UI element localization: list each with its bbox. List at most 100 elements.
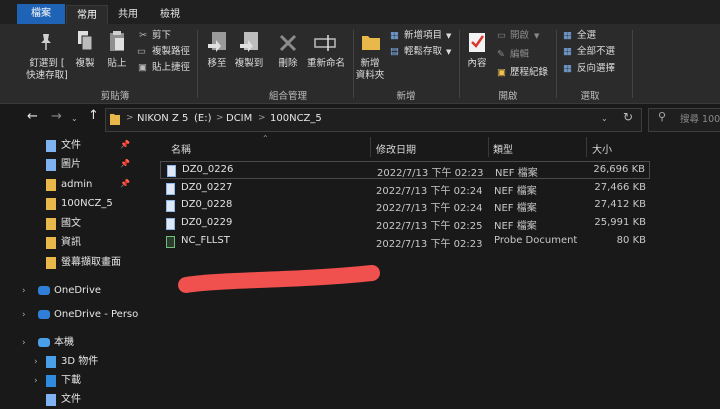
refresh-icon[interactable]: ↻ [623,111,633,123]
pin-label-1: 釘選到 [ [29,58,65,69]
column-header-type[interactable]: 類型 [493,141,513,156]
invert-selection-icon: ▦ [563,63,572,74]
move-to-label: 移至 [207,58,227,69]
select-all-icon: ▦ [563,30,572,41]
nav-item-quick-0[interactable]: 文件 [61,137,81,155]
folder-icon [46,218,56,230]
edit-icon: ✎ [497,49,505,60]
breadcrumb-dcim[interactable]: DCIM [226,113,252,124]
new-folder-icon [362,36,380,50]
column-divider[interactable] [370,137,371,157]
library-icon [46,140,56,152]
column-header-modified[interactable]: 修改日期 [376,141,416,156]
select-group-label: 選取 [580,91,600,102]
redaction-mark [178,265,380,293]
open-group-label: 開啟 [498,91,518,102]
tab-file[interactable]: 檔案 [17,4,65,24]
expand-chevron-icon[interactable]: › [22,285,26,297]
new-item-label: 新增項目 [404,30,443,41]
pin-icon: 📌 [120,140,130,149]
nav-item-pc-2[interactable]: 文件 [61,391,81,409]
clipboard-group-label: 剪貼簿 [100,91,130,102]
breadcrumb-drive[interactable]: (E:) [194,113,212,124]
nav-item-quick-4[interactable]: 國文 [61,215,81,233]
sort-ascending-icon: ⌃ [262,134,269,143]
cloud-icon [38,286,50,295]
file-row[interactable]: DZ0_0227 2022/7/13 下午 02:24 NEF 檔案 27,466 K… [160,180,650,198]
column-header-size[interactable]: 大小 [592,141,612,156]
nav-item-this-pc[interactable]: 本機 [54,334,74,352]
document-icon [46,394,56,406]
expand-chevron-icon[interactable]: › [34,375,38,387]
folder-icon [110,114,120,125]
group-divider [556,30,557,98]
easy-access-icon: ▤ [390,46,399,57]
nav-item-quick-6[interactable]: 螢幕擷取畫面 [61,254,121,272]
nav-item-pc-1[interactable]: 下載 [61,372,81,390]
cut-label: 剪下 [152,30,172,41]
tab-view[interactable]: 檢視 [150,5,190,24]
expand-chevron-icon[interactable]: › [22,309,26,321]
file-date: 2022/7/13 下午 02:23 [376,239,483,250]
image-file-icon [167,165,176,177]
pin-label-2: 快速存取] [26,70,68,81]
back-arrow-icon[interactable]: ← [27,110,38,123]
expand-chevron-icon[interactable]: › [34,356,38,368]
folder-icon [46,257,56,269]
nav-item-quick-3[interactable]: 100NCZ_5 [61,195,113,213]
open-label: 開啟 [510,30,530,41]
recent-locations-chevron-icon[interactable]: ⌄ [71,113,78,125]
forward-arrow-icon[interactable]: → [51,110,62,123]
column-divider[interactable] [586,137,587,157]
nav-item-onedrive-personal[interactable]: OneDrive - Perso [54,306,138,324]
file-size: 27,412 KB [594,199,646,210]
column-header-name[interactable]: 名稱 [171,141,191,156]
new-item-icon: ▦ [390,30,399,41]
breadcrumb-nikon[interactable]: NIKON Z 5 [137,113,188,124]
file-name: DZ0_0226 [182,164,234,175]
file-row[interactable]: DZ0_0229 2022/7/13 下午 02:25 NEF 檔案 25,991 K… [160,215,650,233]
history-icon: ▣ [497,67,506,78]
nav-item-pc-0[interactable]: 3D 物件 [61,353,98,371]
breadcrumb-separator-icon: > [258,113,266,123]
delete-icon [279,34,297,52]
nav-item-onedrive[interactable]: OneDrive [54,282,101,300]
paste-label: 貼上 [107,58,127,69]
address-dropdown-chevron-icon[interactable]: ⌄ [601,113,608,125]
tab-share[interactable]: 共用 [110,5,146,24]
paste-shortcut-label: 貼上捷徑 [152,62,191,73]
file-type: NEF 檔案 [494,186,537,197]
file-size: 25,991 KB [594,217,646,228]
copy-path-icon: ▭ [137,46,146,57]
chevron-down-icon: ▼ [446,48,452,56]
invert-selection-label: 反向選擇 [577,63,616,74]
file-size: 27,466 KB [594,182,646,193]
library-icon [46,159,56,171]
group-divider [459,30,460,98]
expand-chevron-icon[interactable]: › [22,337,26,349]
file-name: DZ0_0228 [181,199,233,210]
tab-home[interactable]: 常用 [66,5,108,25]
file-date: 2022/7/13 下午 02:25 [376,221,483,232]
column-divider[interactable] [488,137,489,157]
file-type: NEF 檔案 [495,168,538,179]
nav-item-quick-1[interactable]: 圖片 [61,156,81,174]
up-arrow-icon[interactable]: ↑ [88,109,99,122]
paste-icon [110,31,124,51]
nav-item-quick-2[interactable]: admin [61,176,92,194]
breadcrumb-separator-icon: > [216,113,224,123]
history-label: 歷程紀錄 [510,67,549,78]
file-type: NEF 檔案 [494,203,537,214]
breadcrumb-100ncz5[interactable]: 100NCZ_5 [270,113,322,124]
image-file-icon [166,183,175,195]
file-type: NEF 檔案 [494,221,537,232]
pin-icon: 📌 [120,159,130,168]
file-row[interactable]: DZ0_0226 2022/7/13 下午 02:23 NEF 檔案 26,696 K… [160,161,650,179]
nav-item-quick-5[interactable]: 資訊 [61,234,81,252]
scissors-icon: ✂ [139,30,147,41]
file-row[interactable]: NC_FLLST 2022/7/13 下午 02:23 Probe Document… [160,233,650,251]
rename-label: 重新命名 [306,58,345,69]
file-name: NC_FLLST [181,235,230,246]
file-row[interactable]: DZ0_0228 2022/7/13 下午 02:24 NEF 檔案 27,412 K… [160,197,650,215]
rename-icon [314,35,336,51]
